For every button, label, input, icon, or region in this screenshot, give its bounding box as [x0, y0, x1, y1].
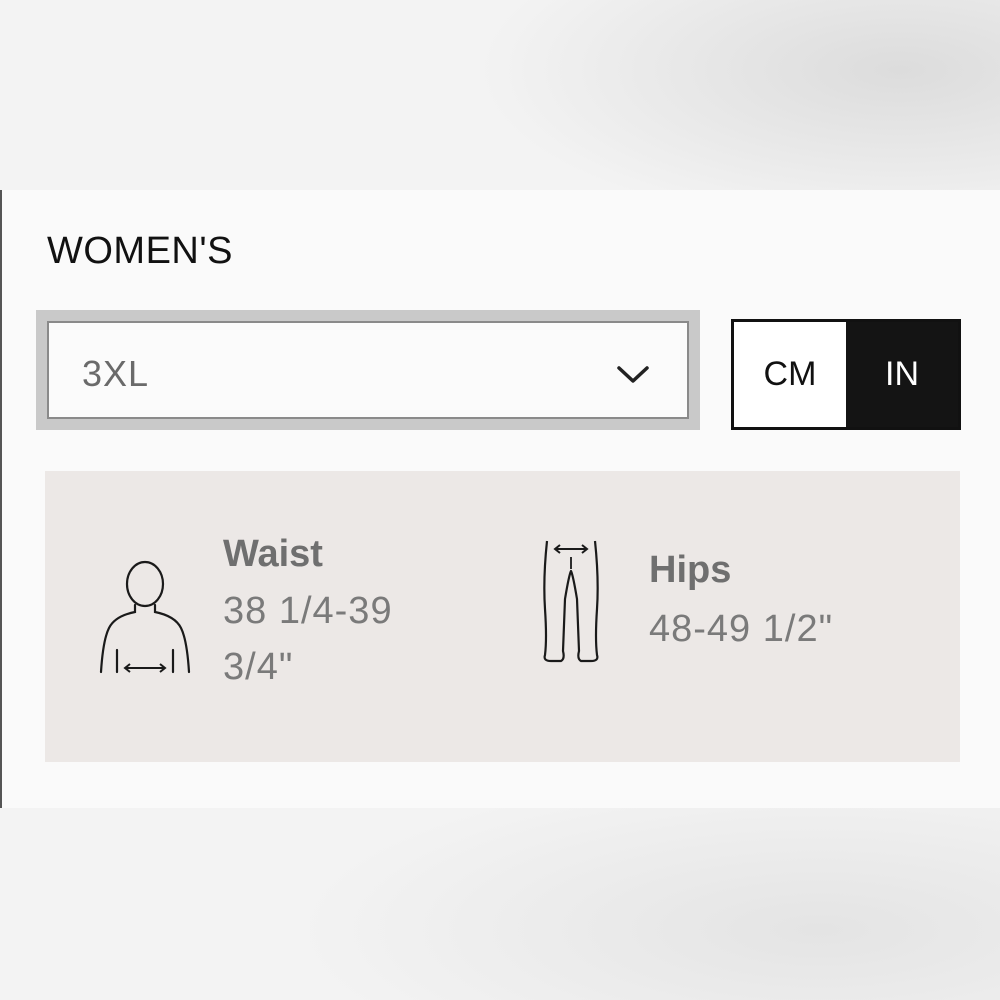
measurements-box: Waist 38 1/4-39 3/4" Hips 48-49 1/2": [45, 471, 960, 762]
hips-label: Hips: [649, 549, 732, 591]
pants-hips-icon: [543, 540, 599, 663]
unit-toggle[interactable]: CM IN: [731, 319, 961, 430]
waist-label: Waist: [223, 533, 323, 575]
torso-waist-icon: [99, 560, 191, 674]
size-select-field[interactable]: 3XL: [47, 321, 689, 419]
waist-value-line2: 3/4": [223, 646, 294, 688]
unit-option-cm[interactable]: CM: [734, 322, 846, 427]
chevron-down-icon[interactable]: [615, 359, 651, 389]
size-guide-panel: WOMEN'S 3XL CM IN Waist 38 1/4-39 3/4" H…: [0, 190, 1000, 808]
section-title: WOMEN'S: [47, 230, 233, 272]
unit-option-in[interactable]: IN: [846, 322, 958, 427]
hips-value-line1: 48-49 1/2": [649, 608, 834, 650]
size-select-value: 3XL: [82, 353, 150, 394]
waist-value-line1: 38 1/4-39: [223, 590, 393, 632]
size-select[interactable]: 3XL: [36, 310, 700, 430]
waist-value: 38 1/4-39 3/4": [223, 583, 393, 695]
hips-value: 48-49 1/2": [649, 601, 833, 657]
